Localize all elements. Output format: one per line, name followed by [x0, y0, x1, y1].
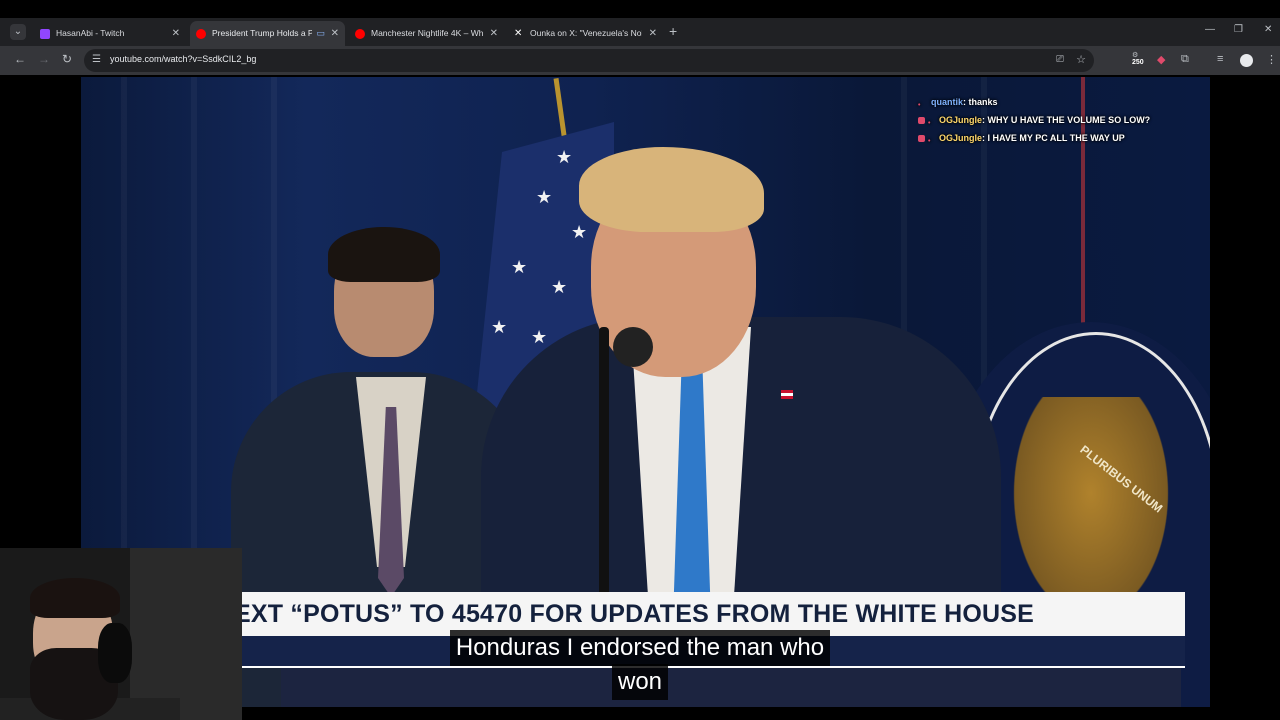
flag-star: ★	[551, 277, 568, 297]
chat-badge-icon: •	[928, 120, 931, 128]
ticker-text: EXT “POTUS” TO 45470 FOR UPDATES FROM TH…	[242, 600, 1035, 628]
close-tab-icon[interactable]: ✕	[649, 21, 657, 46]
flag-star: ★	[536, 187, 553, 207]
extension-badge: 250	[1132, 59, 1144, 66]
tab-label: HasanAbi - Twitch	[56, 28, 125, 38]
stream-chat-overlay: • quantik: thanks • OGJungle: WHY U HAVE T…	[918, 96, 1210, 150]
twitch-favicon-icon	[40, 29, 50, 39]
close-tab-icon[interactable]: ✕	[490, 21, 498, 46]
chat-text: : WHY U HAVE THE VOLUME SO LOW?	[982, 115, 1151, 125]
chat-text: : I HAVE MY PC ALL THE WAY UP	[982, 133, 1125, 143]
chat-badge-icon	[918, 117, 925, 125]
flag-lapel-pin	[781, 390, 793, 399]
reload-icon[interactable]: ↻	[62, 52, 72, 66]
site-info-icon[interactable]: ☰	[92, 54, 101, 65]
chat-username: quantik	[931, 97, 964, 107]
youtube-favicon-icon	[196, 29, 206, 39]
extensions-puzzle-icon[interactable]: ⧉	[1181, 53, 1189, 66]
flag-star: ★	[491, 317, 508, 337]
youtube-favicon-icon	[355, 29, 365, 39]
new-tab-button[interactable]: +	[669, 23, 677, 39]
streamer-webcam	[0, 548, 242, 720]
person-left-hair	[328, 227, 440, 282]
caption-line: Honduras I endorsed the man who	[449, 630, 831, 666]
chat-badge-icon: •	[928, 138, 931, 146]
install-app-icon[interactable]: ⎚	[1056, 54, 1064, 65]
media-controls-icon[interactable]: ≡	[1217, 53, 1223, 65]
chat-username: OGJungle	[939, 133, 983, 143]
close-tab-icon[interactable]: ✕	[172, 21, 180, 46]
x-favicon-icon: ✕	[514, 28, 523, 39]
minimize-icon[interactable]: —	[1205, 24, 1215, 35]
chat-username: OGJungle	[939, 115, 983, 125]
tab-label: Manchester Nightlife 4K – What	[371, 28, 483, 38]
flag-star: ★	[531, 327, 548, 347]
close-tab-icon[interactable]: ✕	[331, 21, 339, 46]
tab-label: Ounka on X: "Venezuela's Nob	[530, 28, 642, 38]
tab-x-ounka[interactable]: ✕ Ounka on X: "Venezuela's Nob ✕	[508, 21, 663, 46]
speaker-hair	[579, 147, 764, 232]
extension-icon[interactable]: 250 ⚙	[1132, 51, 1144, 66]
tab-search-icon[interactable]: ⌄	[10, 24, 26, 40]
chat-message: • OGJungle: I HAVE MY PC ALL THE WAY UP	[918, 132, 1210, 150]
chat-badge-icon	[918, 135, 925, 143]
close-window-icon[interactable]: ✕	[1264, 24, 1272, 35]
address-bar[interactable]: ☰ youtube.com/watch?v=SsdkCIL2_bg ⎚ ☆	[84, 49, 1094, 72]
chat-message: • quantik: thanks	[918, 96, 1210, 114]
caption-line: won	[611, 664, 669, 700]
tab-label: President Trump Holds a Pr	[212, 28, 312, 38]
flag-star: ★	[511, 257, 528, 277]
browser-toolbar: ← → ↻ ☰ youtube.com/watch?v=SsdkCIL2_bg …	[0, 46, 1280, 75]
microphone	[613, 327, 653, 367]
url-text[interactable]: youtube.com/watch?v=SsdkCIL2_bg	[110, 54, 256, 64]
back-icon[interactable]: ←	[14, 52, 26, 66]
flag-star: ★	[571, 222, 588, 242]
restore-icon[interactable]: ❐	[1234, 24, 1243, 35]
tab-youtube-manchester[interactable]: Manchester Nightlife 4K – What ✕	[349, 21, 504, 46]
extension-shield-icon[interactable]: ◆	[1157, 53, 1165, 66]
tab-twitch[interactable]: HasanAbi - Twitch ✕	[34, 21, 186, 46]
profile-avatar[interactable]	[1240, 54, 1253, 67]
menu-kebab-icon[interactable]: ⋮	[1266, 53, 1277, 66]
chat-text: : thanks	[963, 97, 998, 107]
browser-window: ⌄ HasanAbi - Twitch ✕ President Trump Ho…	[0, 18, 1280, 75]
flag-star: ★	[556, 147, 573, 167]
chat-message: • OGJungle: WHY U HAVE THE VOLUME SO LOW?	[918, 114, 1210, 132]
chat-badge-icon: •	[918, 102, 921, 110]
streamer-hair	[30, 578, 120, 618]
webcam-background	[130, 548, 242, 720]
tab-youtube-trump[interactable]: President Trump Holds a Pr ▭ ✕	[190, 21, 345, 46]
tab-strip: ⌄ HasanAbi - Twitch ✕ President Trump Ho…	[0, 18, 1280, 46]
bookmark-star-icon[interactable]: ☆	[1076, 53, 1086, 66]
forward-icon[interactable]: →	[38, 52, 50, 66]
headset-icon	[98, 623, 132, 683]
cast-icon: ▭	[316, 28, 325, 38]
